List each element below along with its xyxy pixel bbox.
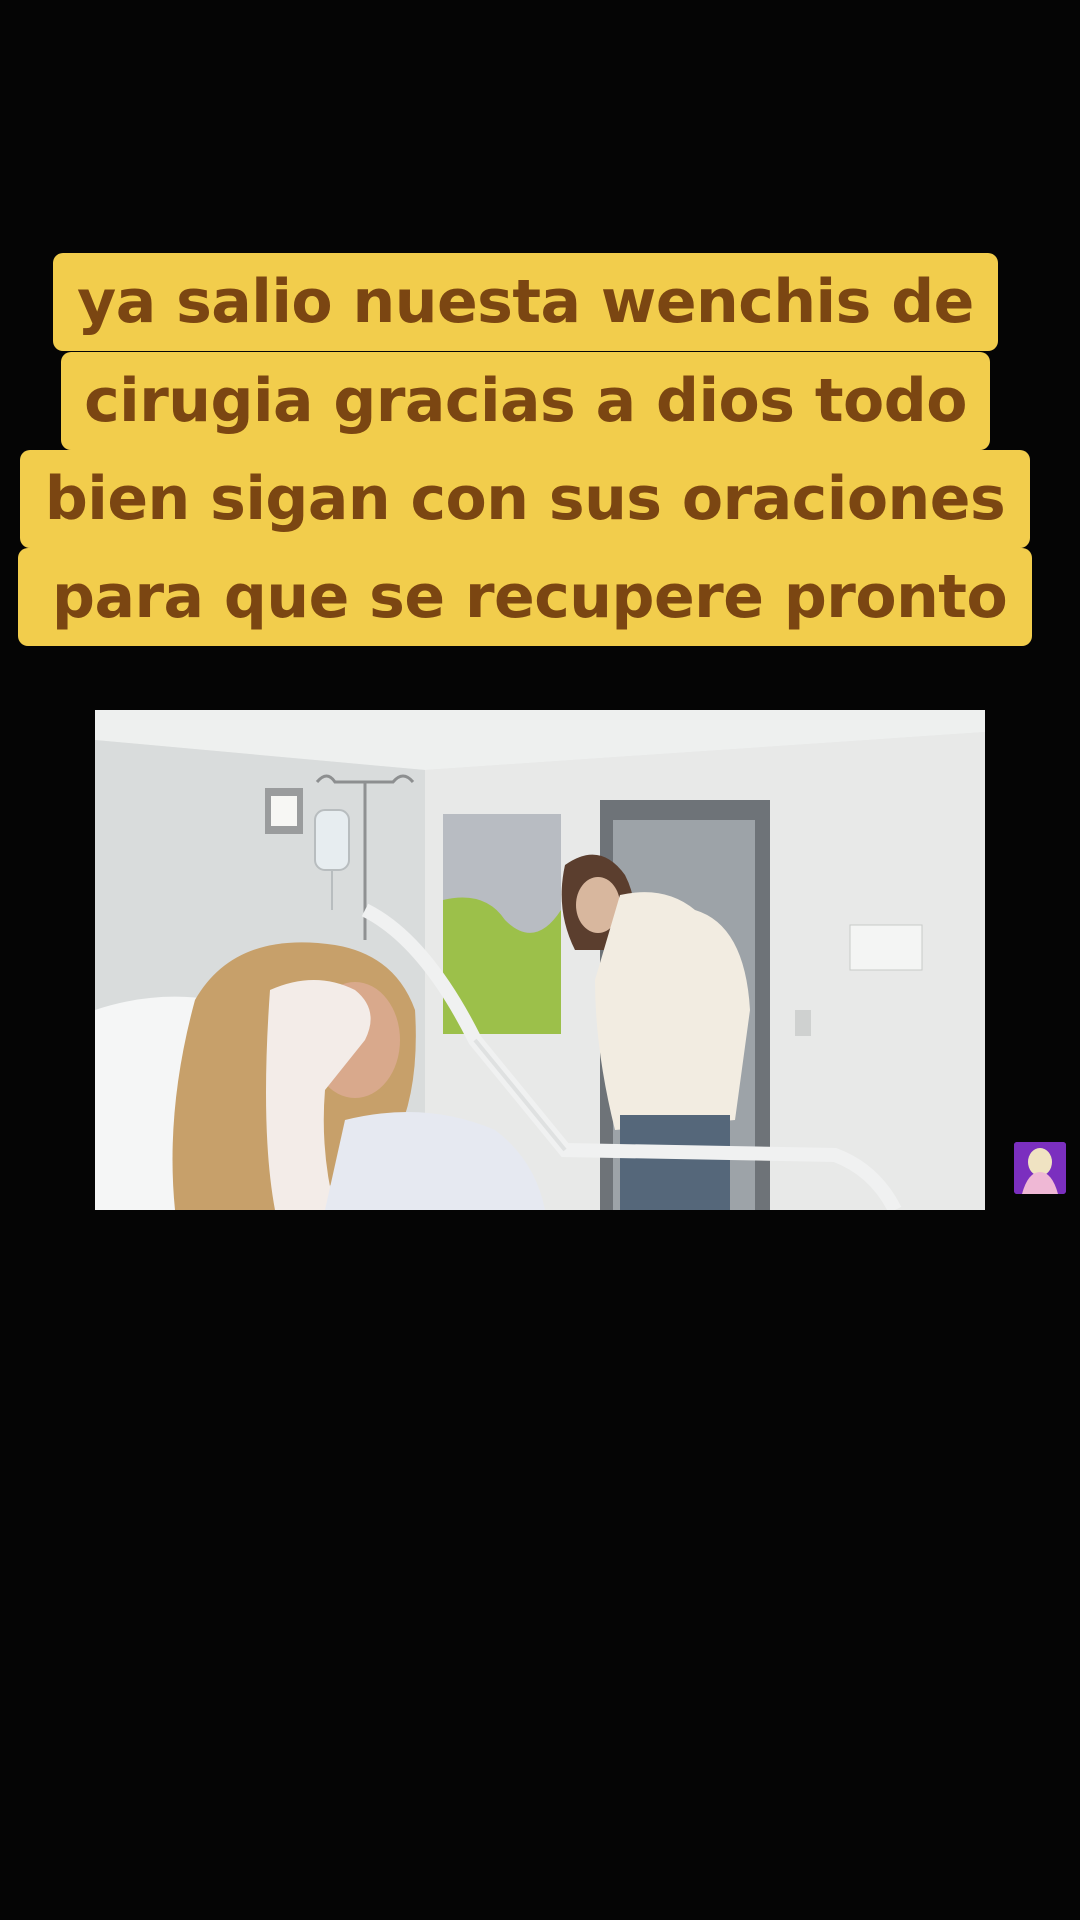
hospital-room-scene	[95, 710, 985, 1210]
caption-line-4: para que se recupere pronto	[18, 548, 1032, 646]
caption-overlay: ya salio nuesta wenchis de cirugia graci…	[0, 0, 1080, 700]
caption-line-2: cirugia gracias a dios todo	[61, 352, 990, 450]
caption-line-3: bien sigan con sus oraciones	[20, 450, 1030, 548]
video-frame[interactable]	[95, 710, 985, 1210]
caption-line-1: ya salio nuesta wenchis de	[53, 253, 998, 351]
creator-avatar-icon[interactable]	[1014, 1142, 1066, 1194]
